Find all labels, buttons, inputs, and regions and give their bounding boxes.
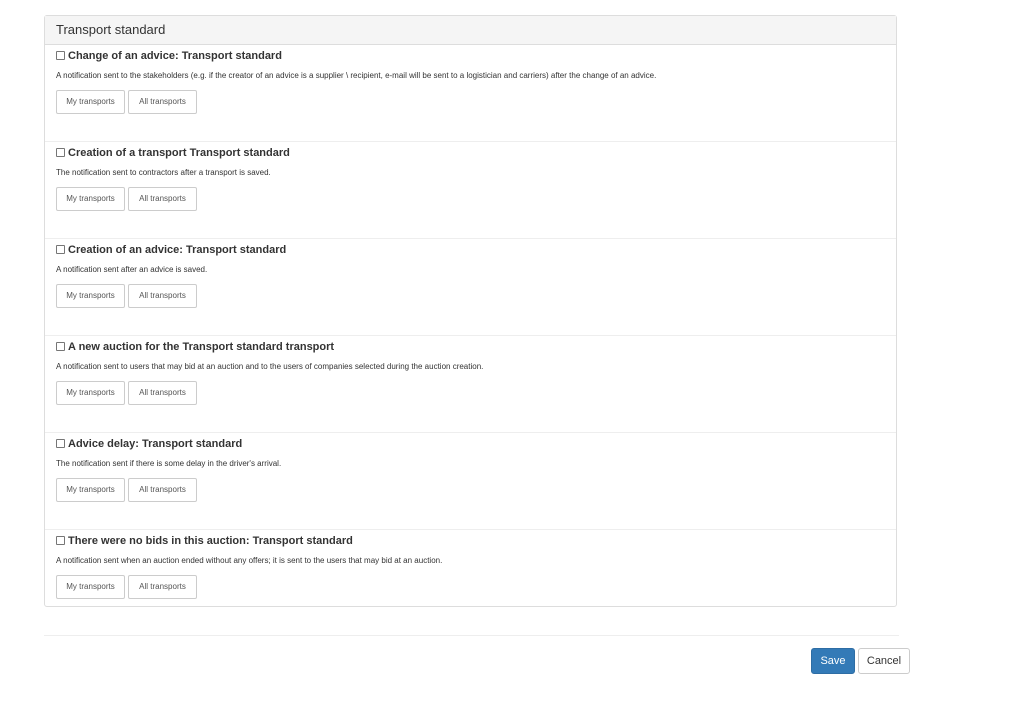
notification-title: Creation of a transport Transport standa… (68, 147, 290, 159)
notification-title-row: There were no bids in this auction: Tran… (56, 535, 353, 547)
notification-title: A new auction for the Transport standard… (68, 341, 335, 353)
scope-button-group: My transports All transports (56, 187, 197, 211)
all-transports-button[interactable]: All transports (128, 575, 197, 599)
notification-title-row: Creation of an advice: Transport standar… (56, 244, 286, 256)
notification-checkbox[interactable] (56, 50, 65, 60)
scope-button-group: My transports All transports (56, 575, 197, 599)
notification-description: The notification sent if there is some d… (56, 459, 282, 468)
my-transports-button[interactable]: My transports (56, 575, 125, 599)
my-transports-button[interactable]: My transports (56, 90, 125, 114)
notification-item: Creation of an advice: Transport standar… (45, 239, 896, 336)
notification-title: There were no bids in this auction: Tran… (68, 535, 353, 547)
my-transports-button[interactable]: My transports (56, 284, 125, 308)
notification-item: Creation of a transport Transport standa… (45, 142, 896, 239)
notification-title: Creation of an advice: Transport standar… (68, 244, 287, 256)
all-transports-button[interactable]: All transports (128, 187, 197, 211)
notification-title-row: Creation of a transport Transport standa… (56, 147, 290, 159)
notification-title-row: A new auction for the Transport standard… (56, 341, 334, 353)
notification-description: A notification sent to the stakeholders … (56, 71, 657, 80)
panel-title: Transport standard (56, 22, 166, 37)
scope-button-group: My transports All transports (56, 284, 197, 308)
notification-title-row: Advice delay: Transport standard (56, 438, 242, 450)
my-transports-button[interactable]: My transports (56, 187, 125, 211)
notification-title: Advice delay: Transport standard (68, 438, 243, 450)
panel-heading: Transport standard (45, 16, 896, 45)
notification-description: A notification sent after an advice is s… (56, 265, 208, 274)
notifications-panel: Transport standard Change of an advice: … (44, 15, 897, 607)
notification-item: Advice delay: Transport standard The not… (45, 433, 896, 530)
notification-description: The notification sent to contractors aft… (56, 168, 271, 177)
save-button[interactable]: Save (811, 648, 855, 674)
my-transports-button[interactable]: My transports (56, 478, 125, 502)
scope-button-group: My transports All transports (56, 478, 197, 502)
notification-description: A notification sent when an auction ende… (56, 556, 443, 565)
notification-checkbox[interactable] (56, 147, 65, 157)
cancel-button[interactable]: Cancel (858, 648, 910, 674)
notification-description: A notification sent to users that may bi… (56, 362, 484, 371)
notification-item: A new auction for the Transport standard… (45, 336, 896, 433)
notification-checkbox[interactable] (56, 341, 65, 351)
my-transports-button[interactable]: My transports (56, 381, 125, 405)
notification-title-row: Change of an advice: Transport standard (56, 50, 282, 62)
notification-item: There were no bids in this auction: Tran… (45, 530, 896, 627)
scope-button-group: My transports All transports (56, 90, 197, 114)
all-transports-button[interactable]: All transports (128, 478, 197, 502)
notification-item: Change of an advice: Transport standard … (45, 45, 896, 142)
footer-divider (44, 635, 899, 636)
notification-title: Change of an advice: Transport standard (68, 50, 282, 62)
notification-checkbox[interactable] (56, 535, 65, 545)
all-transports-button[interactable]: All transports (128, 90, 197, 114)
notification-checkbox[interactable] (56, 244, 65, 254)
all-transports-button[interactable]: All transports (128, 381, 197, 405)
scope-button-group: My transports All transports (56, 381, 197, 405)
all-transports-button[interactable]: All transports (128, 284, 197, 308)
notification-checkbox[interactable] (56, 438, 65, 448)
